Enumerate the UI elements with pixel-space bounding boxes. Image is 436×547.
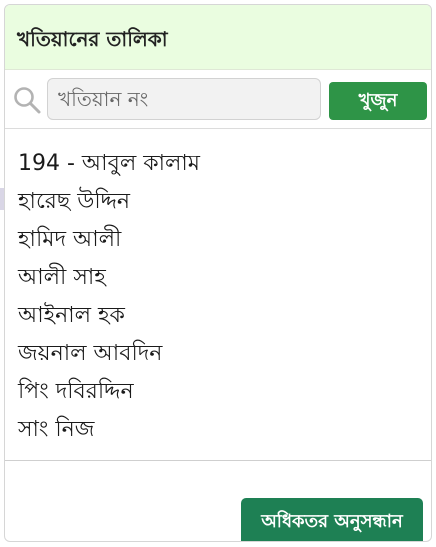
search-bar: খুজুন bbox=[5, 70, 431, 129]
list-item[interactable]: আলী সাহ bbox=[18, 259, 431, 297]
list-item[interactable]: হারেছ উদ্দিন bbox=[18, 183, 431, 221]
khatian-number-input[interactable] bbox=[47, 78, 321, 120]
search-icon bbox=[11, 84, 43, 116]
list-item[interactable]: হামিদ আলী bbox=[18, 221, 431, 259]
list-item[interactable]: জয়নাল আবদিন bbox=[18, 335, 431, 373]
list-item[interactable]: আইনাল হক bbox=[18, 297, 431, 335]
list-item[interactable]: সাং নিজ bbox=[18, 411, 431, 449]
khatian-list-panel: খতিয়ানের তালিকা খুজুন 194 - আবুল কালামহ… bbox=[4, 4, 432, 542]
search-button[interactable]: খুজুন bbox=[329, 82, 427, 120]
panel-title: খতিয়ানের তালিকা bbox=[17, 27, 168, 51]
panel-header: খতিয়ানের তালিকা bbox=[5, 5, 431, 70]
list-item[interactable]: পিং দবিরদ্দিন bbox=[18, 373, 431, 411]
khatian-list: 194 - আবুল কালাম হারেছ উদ্দিন হামিদ আলী আলী… bbox=[5, 129, 431, 461]
advanced-search-button[interactable]: অধিকতর অনুসন্ধান bbox=[241, 498, 423, 541]
list-item[interactable]: 194 - আবুল কালাম bbox=[18, 145, 431, 183]
